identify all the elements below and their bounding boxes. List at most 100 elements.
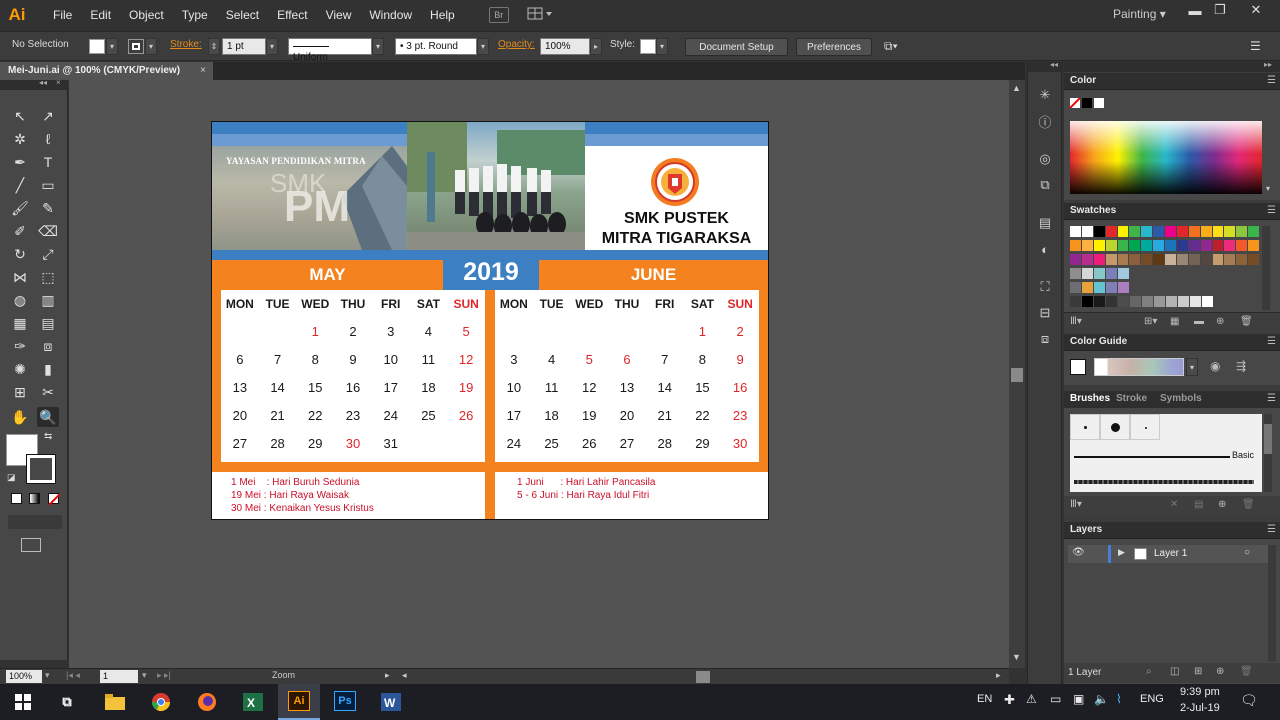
new-layer-icon[interactable]: ⊕ xyxy=(1216,666,1224,677)
menu-item-select[interactable]: Select xyxy=(217,8,268,22)
swatch-chip[interactable] xyxy=(1094,282,1105,293)
black-color-chip[interactable] xyxy=(1082,98,1092,108)
swatch-chip[interactable] xyxy=(1082,268,1093,279)
restore-button[interactable]: ❐ xyxy=(1203,0,1237,20)
basic-brush-stroke[interactable] xyxy=(1074,456,1230,458)
lasso-tool-icon[interactable]: ℓ xyxy=(37,129,59,149)
chrome-icon[interactable] xyxy=(146,688,176,716)
swatch-chip[interactable] xyxy=(1129,240,1141,251)
show-swatch-kinds-icon[interactable]: ⊞▾ xyxy=(1144,316,1157,327)
clock-time[interactable]: 9:39 pm xyxy=(1180,686,1220,698)
rotate-tool-icon[interactable]: ↻ xyxy=(9,244,31,264)
brush-dropdown[interactable]: ▾ xyxy=(477,38,489,55)
illustrator-taskbar-active[interactable]: Ai xyxy=(278,684,320,720)
swatch-libraries-icon[interactable]: Ⅲ▾ xyxy=(1070,316,1082,327)
charcoal-brush-stroke[interactable] xyxy=(1074,480,1254,484)
default-colors-icon[interactable]: ◪ xyxy=(7,472,16,483)
swatch-chip[interactable] xyxy=(1248,240,1259,251)
layers-panel-header[interactable]: Layers ☰ xyxy=(1064,522,1280,539)
brushes-panel-menu-icon[interactable]: ☰ xyxy=(1267,393,1276,404)
swatch-chip[interactable] xyxy=(1106,268,1117,279)
color-guide-panel-header[interactable]: Color Guide ☰ xyxy=(1064,334,1280,351)
spectrum-menu-icon[interactable]: ▾ xyxy=(1266,184,1270,193)
workspace-switcher[interactable]: Painting ▾ xyxy=(1113,7,1166,21)
swatch-chip[interactable] xyxy=(1176,226,1188,237)
artboard-next-icons[interactable]: ▸ ▸| xyxy=(157,670,171,681)
stroke-weight-dropdown[interactable]: ▾ xyxy=(266,38,278,55)
zoom-tool-icon[interactable]: 🔍 xyxy=(37,407,59,427)
file-explorer-icon[interactable] xyxy=(100,688,130,716)
blob-brush-tool-icon[interactable]: ✐ xyxy=(9,221,31,241)
swatch-chip[interactable] xyxy=(1070,240,1081,251)
status-menu-icon[interactable]: ▸ xyxy=(385,670,390,681)
photoshop-icon[interactable]: Ps xyxy=(334,691,356,711)
swatch-chip[interactable] xyxy=(1212,254,1224,265)
document-tab[interactable]: Mei-Juni.ai @ 100% (CMYK/Preview) × xyxy=(0,62,213,80)
magic-wand-tool-icon[interactable]: ✲ xyxy=(9,129,31,149)
paintbrush-tool-icon[interactable]: 🖌 xyxy=(9,198,31,218)
mesh-tool-icon[interactable]: ▦ xyxy=(9,313,31,333)
screen-mode-icon[interactable] xyxy=(21,538,41,552)
input-language-eng[interactable]: ENG xyxy=(1140,693,1164,705)
brush-options-icon[interactable]: ▤ xyxy=(1194,499,1203,510)
delete-layer-icon[interactable]: 🗑 xyxy=(1240,666,1253,677)
battery-icon[interactable]: ▭ xyxy=(1050,692,1061,706)
swatch-chip[interactable] xyxy=(1248,254,1259,265)
swap-colors-icon[interactable]: ⇆ xyxy=(44,431,52,442)
appearance-icon[interactable]: ◎ xyxy=(1036,150,1054,168)
menu-item-edit[interactable]: Edit xyxy=(81,8,120,22)
firefox-icon[interactable] xyxy=(192,688,222,716)
slice-tool-icon[interactable]: ✂ xyxy=(37,382,59,402)
collapse-icon[interactable]: ◂◂ xyxy=(39,78,47,87)
new-color-group-icon[interactable]: ▬ xyxy=(1194,316,1204,327)
panel-menu-icon[interactable]: ☰ xyxy=(1250,39,1261,53)
swatch-chip[interactable] xyxy=(1224,254,1236,265)
swatches-panel-menu-icon[interactable]: ☰ xyxy=(1267,205,1276,216)
harmony-rules-bar[interactable] xyxy=(1094,358,1184,376)
menu-item-object[interactable]: Object xyxy=(120,8,173,22)
swatch-chip[interactable] xyxy=(1117,240,1129,251)
gradient-tool-icon[interactable]: ▤ xyxy=(37,313,59,333)
swatch-chip[interactable] xyxy=(1236,226,1248,237)
color-spectrum[interactable] xyxy=(1070,121,1262,194)
color-panel-header[interactable]: Color ☰ xyxy=(1064,73,1280,90)
swatches-panel-header[interactable]: Swatches ☰ xyxy=(1064,203,1280,220)
stroke-weight-stepper[interactable]: ⇕ xyxy=(208,38,220,55)
selection-tool-icon[interactable]: ↖ xyxy=(9,106,31,126)
expand-icon[interactable]: ◂◂ xyxy=(1050,60,1058,69)
swatch-chip[interactable] xyxy=(1202,296,1213,307)
draw-mode-icon[interactable] xyxy=(8,515,62,529)
swatch-chip[interactable] xyxy=(1141,254,1153,265)
scroll-right-icon[interactable]: ▸ xyxy=(996,670,1001,681)
shape-builder-tool-icon[interactable]: ◍ xyxy=(9,290,31,310)
align-icon[interactable]: ⊟ xyxy=(1036,304,1054,322)
delete-brush-icon[interactable]: 🗑 xyxy=(1242,499,1255,510)
swatch-chip[interactable] xyxy=(1130,296,1141,307)
swatch-chip[interactable] xyxy=(1212,240,1224,251)
brush-definition-field[interactable]: • 3 pt. Round xyxy=(395,38,477,55)
stroke-profile-dropdown[interactable]: ▾ xyxy=(372,38,384,55)
swatch-chip[interactable] xyxy=(1081,240,1093,251)
swatch-chip[interactable] xyxy=(1176,254,1188,265)
swatch-chip[interactable] xyxy=(1153,240,1164,251)
navigator-icon[interactable]: ✳ xyxy=(1036,86,1054,104)
swatch-chip[interactable] xyxy=(1093,240,1105,251)
gradient-mode-icon[interactable] xyxy=(29,493,40,504)
artboard-tool-icon[interactable]: ⊞ xyxy=(9,382,31,402)
swatch-chip[interactable] xyxy=(1165,226,1176,237)
white-color-chip[interactable] xyxy=(1094,98,1104,108)
remove-brush-stroke-icon[interactable]: ✕ xyxy=(1170,499,1178,510)
style-swatch[interactable] xyxy=(640,39,656,54)
fill-dropdown[interactable]: ▾ xyxy=(106,38,118,55)
swatch-options-icon[interactable]: ▦ xyxy=(1170,316,1179,327)
swatch-chip[interactable] xyxy=(1248,226,1259,237)
swatch-chip[interactable] xyxy=(1236,240,1248,251)
tab-stroke[interactable]: Stroke xyxy=(1116,393,1147,404)
swatch-chip[interactable] xyxy=(1129,254,1141,265)
stroke-label[interactable]: Stroke: xyxy=(170,39,202,50)
horizontal-scroll-thumb[interactable] xyxy=(696,671,710,683)
layers-panel-menu-icon[interactable]: ☰ xyxy=(1267,524,1276,535)
swatch-chip[interactable] xyxy=(1200,226,1212,237)
new-swatch-icon[interactable]: ⊕ xyxy=(1216,316,1224,327)
graph-tool-icon[interactable]: ▮ xyxy=(37,359,59,379)
